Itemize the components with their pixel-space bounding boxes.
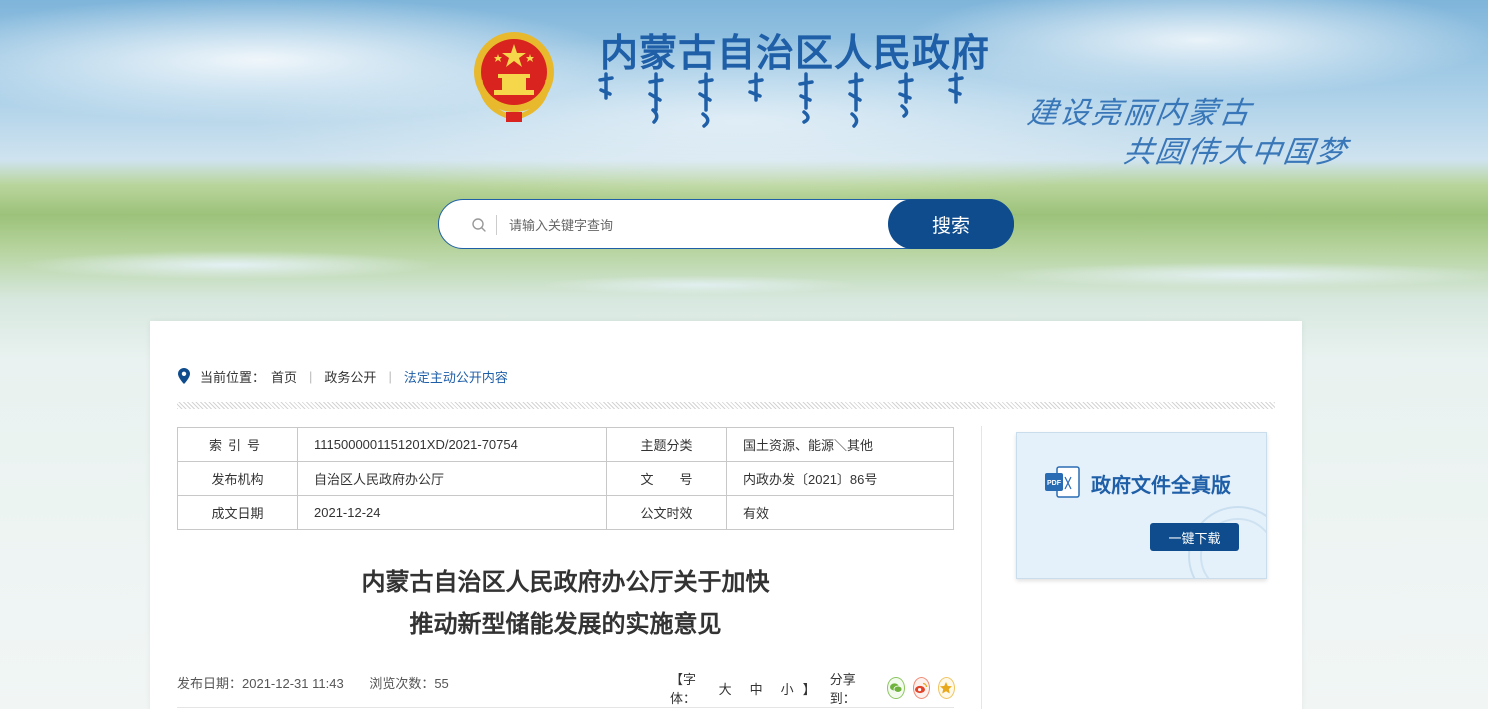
breadcrumb-current-link[interactable]: 法定主动公开内容 [404, 367, 508, 386]
meta-value-topic: 国土资源、能源＼其他 [726, 427, 954, 462]
meta-key-publisher: 发布机构 [177, 461, 298, 496]
content-divider [177, 707, 954, 708]
share-wechat-button[interactable] [887, 677, 905, 699]
document-meta-table: 索引号 1115000001151201XD/2021-70754 主题分类 国… [177, 427, 954, 530]
meta-value-validity: 有效 [726, 495, 954, 530]
share-favorite-button[interactable] [937, 677, 956, 699]
font-large-button[interactable]: 大 [719, 679, 732, 698]
breadcrumb-prefix: 当前位置： [200, 369, 266, 385]
meta-value-written-date: 2021-12-24 [297, 495, 607, 530]
breadcrumb-separator: | [388, 368, 392, 384]
meta-key-index: 索引号 [177, 427, 298, 462]
breadcrumb-gov-affairs-link[interactable]: 政务公开 [324, 367, 376, 386]
breadcrumb-home-link[interactable]: 首页 [271, 367, 297, 386]
meta-key-written-date: 成文日期 [177, 495, 298, 530]
font-medium-button[interactable]: 中 [750, 679, 763, 698]
svg-text:PDF: PDF [1047, 480, 1062, 487]
document-title-line-2: 推动新型储能发展的实施意见 [409, 610, 722, 638]
slogan-line-2: 共圆伟大中国梦 [1121, 135, 1350, 170]
slogan-line-1: 建设亮丽内蒙古 [1025, 96, 1254, 131]
dotted-divider [177, 402, 1275, 409]
publish-date: 发布日期：2021-12-31 11:43 [177, 676, 344, 691]
search-icon [472, 218, 486, 232]
breadcrumb-separator: | [309, 368, 313, 384]
content-card: 当前位置： 首页 | 政务公开 | 法定主动公开内容 索引号 111500000… [150, 321, 1302, 709]
national-emblem-icon [474, 32, 554, 122]
wechat-icon [889, 683, 903, 693]
mongolian-script-logo [598, 72, 964, 128]
share-label: 分享到： [829, 672, 856, 706]
weibo-icon [915, 682, 928, 694]
pdf-icon: PDF [1045, 466, 1080, 498]
column-divider [981, 426, 982, 709]
font-size-label-close: 】 [802, 681, 816, 697]
search-input[interactable] [509, 210, 889, 240]
document-title: 内蒙古自治区人民政府办公厅关于加快 推动新型储能发展的实施意见 [177, 561, 954, 645]
meta-value-doc-number: 内政办发〔2021〕86号 [726, 461, 954, 496]
meta-key-topic: 主题分类 [606, 427, 727, 462]
breadcrumb: 当前位置： 首页 | 政务公开 | 法定主动公开内容 [178, 367, 508, 385]
meta-value-index: 1115000001151201XD/2021-70754 [297, 427, 607, 462]
download-button[interactable]: 一键下载 [1150, 523, 1239, 551]
search-box: 搜索 [438, 199, 1014, 249]
location-pin-icon [178, 368, 190, 384]
pdf-version-panel: PDF 政府文件全真版 一键下载 [1016, 432, 1267, 579]
font-small-button[interactable]: 小 [781, 679, 794, 698]
meta-value-publisher: 自治区人民政府办公厅 [297, 461, 607, 496]
meta-key-doc-number: 文 号 [606, 461, 727, 496]
table-row: 成文日期 2021-12-24 公文时效 有效 [177, 495, 954, 530]
pdf-panel-title: 政府文件全真版 [1091, 473, 1231, 497]
share-weibo-button[interactable] [912, 677, 930, 699]
meta-key-validity: 公文时效 [606, 495, 727, 530]
search-divider [496, 215, 497, 235]
search-button[interactable]: 搜索 [888, 199, 1014, 249]
document-title-line-1: 内蒙古自治区人民政府办公厅关于加快 [361, 568, 770, 596]
site-title: 内蒙古自治区人民政府 [600, 31, 991, 75]
font-size-label-open: 【字体： [670, 672, 697, 706]
table-row: 索引号 1115000001151201XD/2021-70754 主题分类 国… [177, 427, 954, 462]
document-tools: 【字体： 大 中 小 】 分享到： [670, 669, 956, 707]
table-row: 发布机构 自治区人民政府办公厅 文 号 内政办发〔2021〕86号 [177, 461, 954, 496]
view-count: 浏览次数：55 [369, 676, 449, 691]
star-icon [940, 682, 953, 694]
document-info: 发布日期：2021-12-31 11:43 浏览次数：55 [177, 673, 449, 692]
